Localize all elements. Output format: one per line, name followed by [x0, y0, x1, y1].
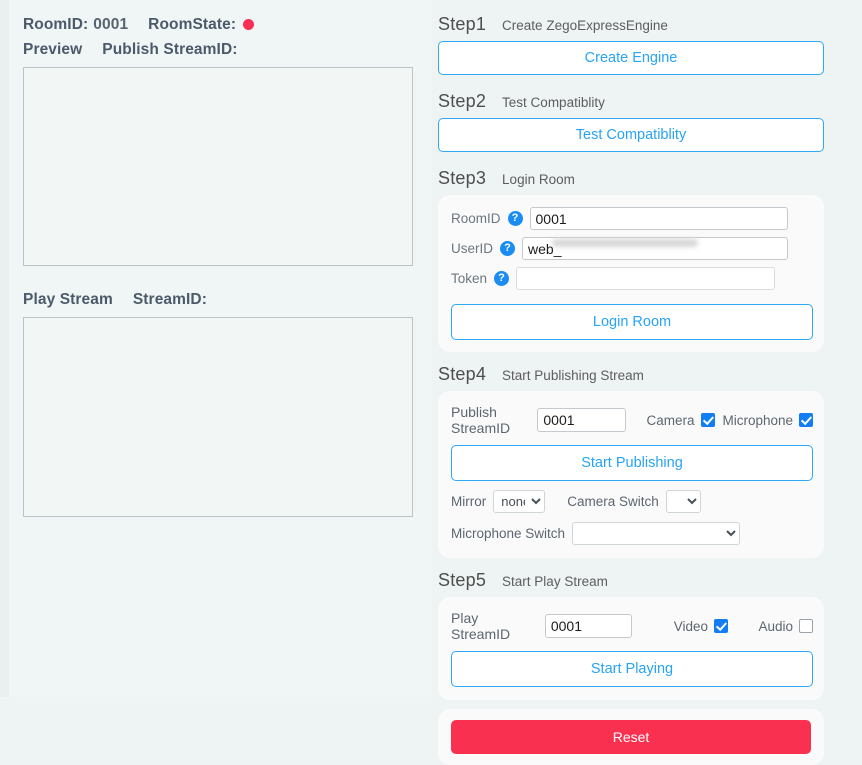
play-stream-label: Play Stream — [23, 290, 113, 308]
microphone-checkbox-label: Microphone — [722, 412, 793, 428]
publish-stream-id-label: Publish StreamID — [451, 404, 511, 436]
user-id-field-row: UserID ? — [451, 237, 813, 260]
stream-id-label: StreamID: — [132, 290, 207, 308]
step2-heading: Step2 Test Compatiblity — [438, 91, 824, 112]
room-state-indicator-icon — [243, 19, 255, 30]
play-stream-id-row: Play StreamID Video Audio — [451, 610, 813, 642]
microphone-switch-label: Microphone Switch — [451, 526, 566, 541]
room-info-row: RoomID: 0001 RoomState: — [23, 14, 432, 35]
mirror-row: Mirror none Camera Switch — [451, 490, 813, 513]
preview-video-container[interactable] — [23, 67, 413, 266]
step2-description: Test Compatiblity — [502, 95, 605, 110]
publish-stream-card: Publish StreamID Camera Microphone Start… — [438, 391, 824, 558]
user-id-help-icon[interactable]: ? — [500, 241, 516, 256]
publish-stream-id-input[interactable] — [537, 408, 627, 432]
step5-section: Step5 Start Play Stream Play StreamID Vi… — [438, 570, 824, 700]
room-id-label: RoomID: — [23, 15, 89, 33]
preview-header-row: Preview Publish StreamID: — [23, 39, 432, 60]
user-id-input-wrapper — [522, 237, 789, 260]
step1-description: Create ZegoExpressEngine — [502, 18, 668, 33]
mirror-select[interactable]: none — [493, 490, 546, 513]
camera-switch-label: Camera Switch — [567, 494, 659, 509]
step1-number: Step1 — [438, 14, 487, 34]
left-panel: RoomID: 0001 RoomState: Preview Publish … — [0, 0, 432, 697]
play-stream-header-row: Play Stream StreamID: — [23, 289, 432, 310]
room-id-field-row: RoomID ? — [451, 207, 813, 230]
step5-number: Step5 — [438, 570, 487, 590]
play-stream-id-input[interactable] — [544, 614, 632, 638]
start-playing-button[interactable]: Start Playing — [451, 651, 813, 687]
step5-description: Start Play Stream — [502, 574, 608, 589]
preview-label: Preview — [23, 40, 83, 58]
step3-section: Step3 Login Room RoomID ? UserID ? — [438, 168, 824, 352]
reset-card: Reset — [438, 709, 824, 765]
app-root: RoomID: 0001 RoomState: Preview Publish … — [0, 0, 862, 765]
step3-description: Login Room — [502, 172, 575, 187]
room-id-input[interactable] — [529, 207, 788, 230]
camera-checkbox-label: Camera — [646, 412, 695, 428]
right-panel: Step1 Create ZegoExpressEngine Create En… — [432, 0, 862, 765]
start-publishing-button[interactable]: Start Publishing — [451, 445, 813, 481]
step3-number: Step3 — [438, 168, 487, 188]
room-id-value: 0001 — [93, 15, 129, 33]
audio-checkbox-label: Audio — [758, 618, 793, 634]
step4-number: Step4 — [438, 364, 487, 384]
step3-heading: Step3 Login Room — [438, 168, 824, 189]
play-video-container[interactable] — [23, 317, 413, 517]
play-stream-id-label: Play StreamID — [451, 610, 511, 642]
publish-stream-id-row: Publish StreamID Camera Microphone — [451, 404, 813, 436]
create-engine-button[interactable]: Create Engine — [438, 41, 824, 75]
reset-button[interactable]: Reset — [451, 720, 811, 754]
camera-switch-select[interactable] — [665, 490, 701, 513]
user-id-field-label: UserID — [451, 241, 494, 256]
video-checkbox-label: Video — [673, 618, 709, 634]
play-stream-card: Play StreamID Video Audio Start Playing — [438, 597, 824, 700]
step1-section: Step1 Create ZegoExpressEngine Create En… — [438, 14, 824, 75]
room-id-help-icon[interactable]: ? — [507, 211, 523, 226]
left-edge-band — [0, 0, 9, 697]
step1-heading: Step1 Create ZegoExpressEngine — [438, 14, 824, 35]
step2-number: Step2 — [438, 91, 487, 111]
test-compatiblity-button[interactable]: Test Compatiblity — [438, 118, 824, 152]
play-stream-section: Play Stream StreamID: — [23, 289, 432, 517]
step4-description: Start Publishing Stream — [502, 368, 644, 383]
step4-heading: Step4 Start Publishing Stream — [438, 364, 824, 385]
room-state-label: RoomState: — [148, 15, 237, 33]
token-input[interactable] — [516, 267, 776, 290]
step2-section: Step2 Test Compatiblity Test Compatiblit… — [438, 91, 824, 152]
token-field-row: Token ? — [451, 267, 813, 290]
microphone-switch-row: Microphone Switch — [451, 522, 813, 545]
mirror-label: Mirror — [451, 494, 487, 509]
video-checkbox[interactable] — [714, 619, 729, 633]
login-room-card: RoomID ? UserID ? Token ? — [438, 195, 824, 352]
step5-heading: Step5 Start Play Stream — [438, 570, 824, 591]
publish-stream-id-label: Publish StreamID: — [102, 40, 238, 58]
user-id-input[interactable] — [522, 237, 789, 260]
room-id-field-label: RoomID — [451, 211, 501, 226]
login-room-button[interactable]: Login Room — [451, 304, 813, 340]
camera-checkbox[interactable] — [700, 413, 715, 427]
microphone-switch-select[interactable] — [572, 522, 741, 545]
token-help-icon[interactable]: ? — [494, 271, 510, 286]
audio-checkbox[interactable] — [798, 619, 813, 633]
token-field-label: Token — [451, 271, 488, 286]
microphone-checkbox[interactable] — [799, 413, 813, 427]
step4-section: Step4 Start Publishing Stream Publish St… — [438, 364, 824, 558]
